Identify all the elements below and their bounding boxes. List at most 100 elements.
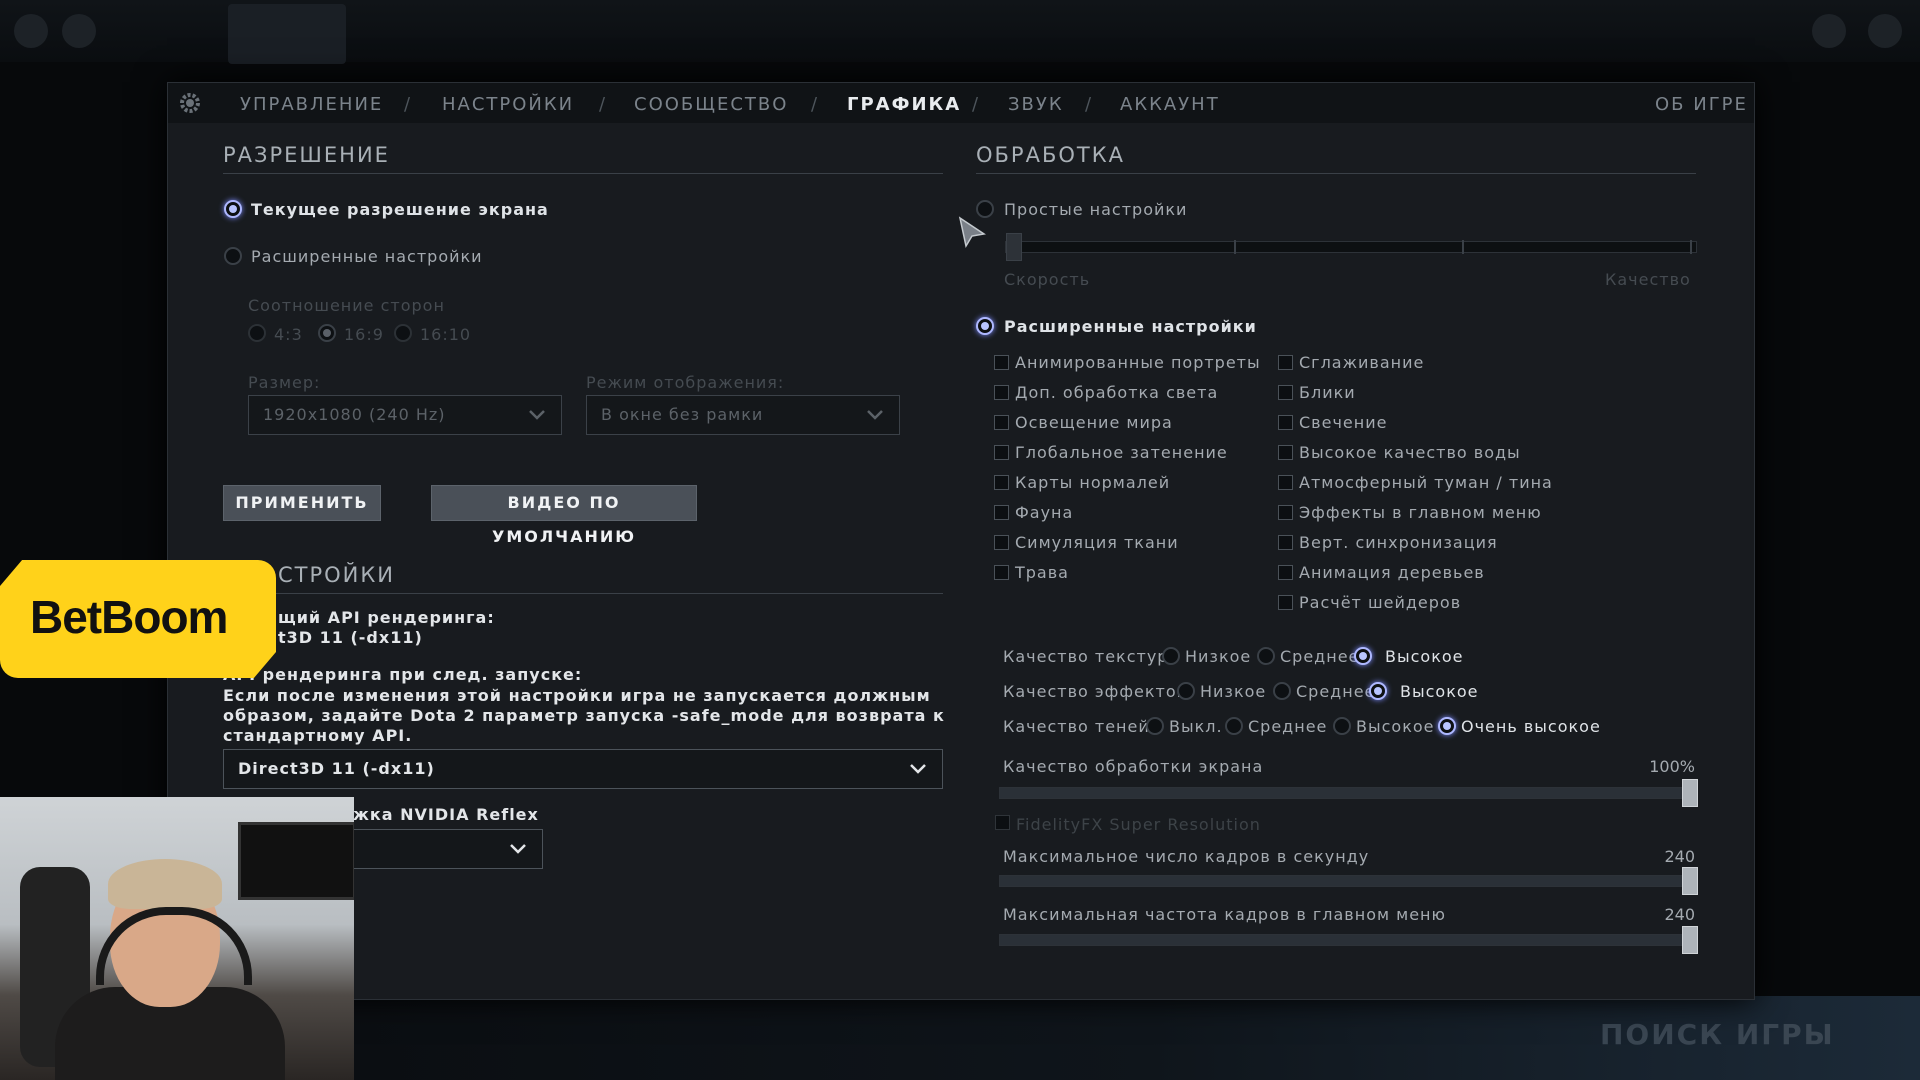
sponsor-logo: BetBoom: [0, 560, 276, 678]
aspect-16-9-label: 16:9: [344, 325, 384, 344]
nvidia-reflex-select[interactable]: [353, 829, 543, 869]
option-checkbox[interactable]: [1278, 415, 1293, 430]
screen-quality-slider[interactable]: [999, 779, 1698, 807]
advanced-processing-radio[interactable]: [976, 317, 994, 335]
render-api-select[interactable]: Direct3D 11 (-dx11): [223, 749, 943, 789]
option-checkbox[interactable]: [1278, 535, 1293, 550]
menu-fps-value: 240: [1664, 905, 1695, 924]
texture-high-label: Высокое: [1385, 647, 1464, 666]
gear-icon: [180, 93, 200, 113]
tab-social[interactable]: СООБЩЕСТВО: [634, 94, 788, 115]
option-checkbox-label: Блики: [1299, 383, 1356, 402]
tab-audio[interactable]: ЗВУК: [1008, 94, 1064, 115]
option-checkbox[interactable]: [994, 385, 1009, 400]
slider-thumb[interactable]: [1682, 779, 1698, 807]
size-select[interactable]: 1920x1080 (240 Hz): [248, 395, 562, 435]
aspect-label: Соотношение сторон: [248, 296, 445, 315]
shadow-off-radio[interactable]: [1146, 717, 1164, 735]
option-checkbox[interactable]: [1278, 445, 1293, 460]
option-checkbox[interactable]: [1278, 595, 1293, 610]
option-checkbox[interactable]: [1278, 475, 1293, 490]
texture-medium-label: Среднее: [1280, 647, 1360, 666]
tab-controls[interactable]: УПРАВЛЕНИЕ: [240, 94, 383, 115]
slider-thumb[interactable]: [1682, 867, 1698, 895]
tab-about[interactable]: ОБ ИГРЕ: [1655, 94, 1748, 115]
texture-low-label: Низкое: [1185, 647, 1252, 666]
effects-high-radio[interactable]: [1369, 682, 1387, 700]
settings-icon[interactable]: [62, 14, 96, 48]
screen-quality-value: 100%: [1649, 757, 1695, 776]
shadow-high-label: Высокое: [1356, 717, 1435, 736]
tab-options[interactable]: НАСТРОЙКИ: [442, 94, 574, 115]
simple-slider-thumb[interactable]: [1006, 233, 1022, 261]
option-checkbox[interactable]: [994, 475, 1009, 490]
dota-logo[interactable]: [228, 4, 346, 64]
display-mode-select[interactable]: В окне без рамки: [586, 395, 900, 435]
option-checkbox[interactable]: [994, 505, 1009, 520]
tab-account[interactable]: АККАУНТ: [1120, 94, 1220, 115]
option-checkbox[interactable]: [994, 565, 1009, 580]
aspect-16-10-radio[interactable]: [394, 324, 412, 342]
max-fps-slider[interactable]: [999, 867, 1698, 895]
effects-quality-label: Качество эффектов: [1003, 682, 1188, 701]
chevron-down-icon: [529, 410, 545, 420]
option-checkbox-label: Атмосферный туман / тина: [1299, 473, 1553, 492]
slider-tick: [1462, 240, 1464, 254]
texture-high-radio[interactable]: [1354, 647, 1372, 665]
display-mode-value: В окне без рамки: [601, 405, 764, 424]
texture-low-radio[interactable]: [1162, 647, 1180, 665]
option-checkbox-label: Карты нормалей: [1015, 473, 1171, 492]
effects-medium-radio[interactable]: [1273, 682, 1291, 700]
slider-tick: [1234, 240, 1236, 254]
aspect-16-9-radio[interactable]: [318, 324, 336, 342]
friends-icon[interactable]: [1812, 14, 1846, 48]
tab-video[interactable]: ГРАФИКА: [847, 94, 961, 115]
api-warning-line2: образом, задайте Dota 2 параметр запуска…: [223, 706, 945, 725]
find-game-button[interactable]: ПОИСК ИГРЫ: [1600, 1018, 1835, 1051]
option-checkbox[interactable]: [1278, 385, 1293, 400]
option-checkbox[interactable]: [1278, 565, 1293, 580]
shadow-medium-radio[interactable]: [1225, 717, 1243, 735]
option-checkbox[interactable]: [994, 535, 1009, 550]
chevron-down-icon: [867, 410, 883, 420]
option-checkbox[interactable]: [1278, 355, 1293, 370]
texture-quality-label: Качество текстур: [1003, 647, 1169, 666]
speed-label: Скорость: [1004, 270, 1091, 289]
effects-low-radio[interactable]: [1177, 682, 1195, 700]
current-resolution-radio[interactable]: [224, 200, 242, 218]
option-checkbox-label: Свечение: [1299, 413, 1388, 432]
option-checkbox[interactable]: [994, 415, 1009, 430]
option-checkbox-label: Освещение мира: [1015, 413, 1173, 432]
webcam-person-hair: [108, 859, 222, 909]
option-checkbox-label: Верт. синхронизация: [1299, 533, 1498, 552]
option-checkbox[interactable]: [994, 445, 1009, 460]
advanced-resolution-radio[interactable]: [224, 247, 242, 265]
option-checkbox[interactable]: [1278, 505, 1293, 520]
current-api-label: щий API рендеринга:: [278, 608, 495, 627]
slider-thumb[interactable]: [1682, 926, 1698, 954]
menu-icon[interactable]: [14, 14, 48, 48]
next-api-label: API рендеринга при след. запуске:: [223, 665, 583, 684]
profile-avatar[interactable]: [1868, 14, 1902, 48]
max-fps-label: Максимальное число кадров в секунду: [1003, 847, 1370, 866]
menu-fps-slider[interactable]: [999, 926, 1698, 954]
tab-separator: /: [811, 94, 818, 115]
texture-medium-radio[interactable]: [1257, 647, 1275, 665]
tab-separator: /: [1085, 94, 1092, 115]
resolution-title: РАЗРЕШЕНИЕ: [223, 143, 390, 167]
aspect-16-10-label: 16:10: [420, 325, 472, 344]
slider-tick: [1690, 240, 1692, 254]
shadow-high-radio[interactable]: [1333, 717, 1351, 735]
simple-quality-slider[interactable]: [1005, 233, 1697, 261]
sponsor-logo-text: BetBoom: [30, 591, 228, 643]
option-checkbox[interactable]: [994, 355, 1009, 370]
default-video-button[interactable]: ВИДЕО ПО УМОЛЧАНИЮ: [431, 485, 697, 546]
apply-button[interactable]: ПРИМЕНИТЬ: [223, 485, 381, 521]
menu-fps-label: Максимальная частота кадров в главном ме…: [1003, 905, 1446, 924]
shadow-very-high-radio[interactable]: [1438, 717, 1456, 735]
nvidia-reflex-label: жка NVIDIA Reflex: [353, 805, 539, 824]
fsr-checkbox[interactable]: [995, 815, 1010, 830]
aspect-4-3-radio[interactable]: [248, 324, 266, 342]
option-checkbox-label: Расчёт шейдеров: [1299, 593, 1462, 612]
shadow-very-high-label: Очень высокое: [1461, 717, 1601, 736]
